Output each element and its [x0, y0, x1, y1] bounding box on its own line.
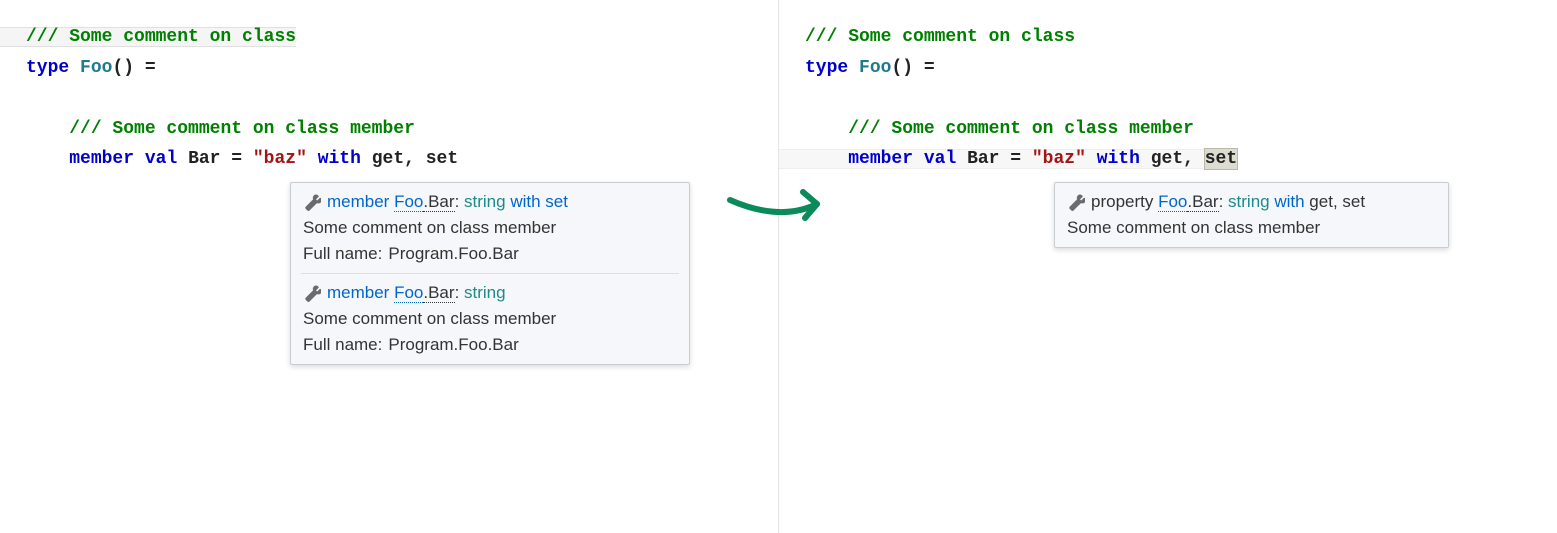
tooltip-description: Some comment on class member [291, 215, 689, 241]
code-line: member val Bar = "baz" with get, set [26, 149, 458, 169]
before-panel: /// Some comment on class type Foo() = /… [0, 0, 779, 533]
code-line-highlighted: member val Bar = "baz" with get, set [805, 149, 1237, 169]
comment: /// Some comment on class [26, 27, 296, 47]
tooltip-separator [301, 273, 679, 274]
wrench-icon [303, 193, 321, 211]
keyword-with: with [318, 149, 361, 169]
parens-eq: () = [891, 58, 934, 78]
ident-set-selected: set [1205, 149, 1237, 169]
tooltip-signature: member Foo.Bar: string with set [327, 192, 568, 212]
keyword-type: type [26, 58, 69, 78]
comma: , [1183, 149, 1205, 169]
code-line: /// Some comment on class member [805, 119, 1194, 139]
tooltip-description: Some comment on class member [1055, 215, 1448, 241]
tooltip-signature-row: property Foo.Bar: string with get, set [1055, 189, 1448, 215]
comment: /// Some comment on class [805, 27, 1075, 47]
keyword-member: member [69, 149, 134, 169]
ident-bar: Bar [967, 149, 999, 169]
code-line: /// Some comment on class [26, 27, 296, 47]
wrench-icon [303, 284, 321, 302]
tooltip-signature-row: member Foo.Bar: string with set [291, 189, 689, 215]
comma: , [404, 149, 426, 169]
tooltip-after: property Foo.Bar: string with get, set S… [1054, 182, 1449, 248]
tooltip-signature-row: member Foo.Bar: string [291, 280, 689, 306]
ident-get: get [1151, 149, 1183, 169]
comment: /// Some comment on class member [848, 119, 1194, 139]
code-line: type Foo() = [805, 58, 935, 78]
type-name: Foo [80, 58, 112, 78]
tooltip-signature: member Foo.Bar: string [327, 283, 506, 303]
keyword-with: with [1097, 149, 1140, 169]
after-panel: /// Some comment on class type Foo() = /… [779, 0, 1557, 533]
tooltip-description: Some comment on class member [291, 306, 689, 332]
tooltip-fullname: Full name: Program.Foo.Bar [291, 241, 689, 267]
keyword-val: val [924, 149, 956, 169]
code-line: /// Some comment on class member [26, 119, 415, 139]
tooltip-fullname: Full name: Program.Foo.Bar [291, 332, 689, 358]
equals: = [999, 149, 1031, 169]
keyword-type: type [805, 58, 848, 78]
string-literal: "baz" [1032, 149, 1086, 169]
ident-set: set [426, 149, 458, 169]
string-literal: "baz" [253, 149, 307, 169]
ident-get: get [372, 149, 404, 169]
tooltip-signature: property Foo.Bar: string with get, set [1091, 192, 1365, 212]
keyword-val: val [145, 149, 177, 169]
code-line: type Foo() = [26, 58, 156, 78]
code-editor-left[interactable]: /// Some comment on class type Foo() = /… [26, 22, 778, 175]
comment: /// Some comment on class member [69, 119, 415, 139]
code-editor-right[interactable]: /// Some comment on class type Foo() = /… [805, 22, 1557, 175]
equals: = [220, 149, 252, 169]
ident-bar: Bar [188, 149, 220, 169]
parens-eq: () = [112, 58, 155, 78]
type-name: Foo [859, 58, 891, 78]
keyword-member: member [848, 149, 913, 169]
code-line: /// Some comment on class [805, 27, 1075, 47]
tooltip-before: member Foo.Bar: string with set Some com… [290, 182, 690, 365]
wrench-icon [1067, 193, 1085, 211]
